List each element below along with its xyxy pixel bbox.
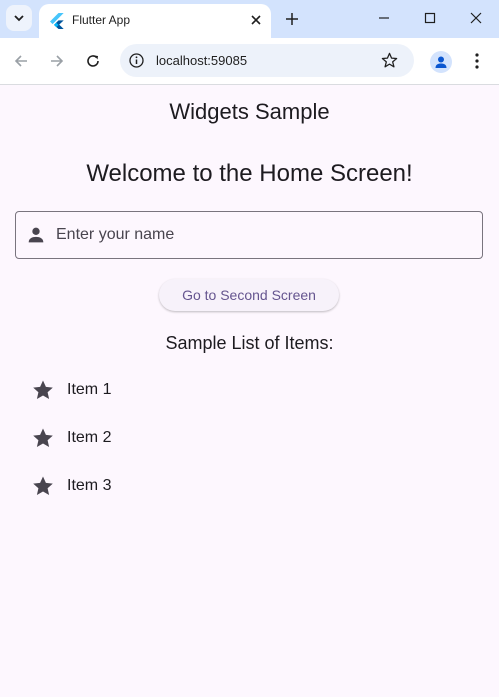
list-item-label: Item 1 bbox=[67, 381, 112, 398]
appbar-title: Widgets Sample bbox=[169, 99, 330, 124]
minimize-button[interactable] bbox=[371, 6, 397, 30]
welcome-heading: Welcome to the Home Screen! bbox=[86, 160, 413, 187]
info-icon[interactable] bbox=[128, 52, 145, 69]
browser-menu-button[interactable] bbox=[465, 49, 489, 73]
bookmark-star-icon[interactable] bbox=[380, 51, 399, 70]
tab-search-button[interactable] bbox=[6, 5, 32, 31]
back-button[interactable] bbox=[9, 49, 33, 73]
star-icon bbox=[33, 476, 53, 495]
list-item-label: Item 3 bbox=[67, 477, 112, 494]
tab-close-button[interactable] bbox=[246, 10, 266, 30]
star-icon bbox=[33, 428, 53, 447]
profile-icon bbox=[435, 56, 447, 68]
list-item[interactable]: Item 2 bbox=[0, 414, 499, 462]
chevron-down-icon bbox=[14, 15, 24, 22]
tab-title: Flutter App bbox=[72, 13, 131, 27]
forward-button[interactable] bbox=[45, 49, 69, 73]
name-input[interactable]: Enter your name bbox=[15, 211, 483, 259]
list-item-label: Item 2 bbox=[67, 429, 112, 446]
name-input-placeholder: Enter your name bbox=[56, 226, 175, 243]
list-item[interactable]: Item 3 bbox=[0, 462, 499, 510]
new-tab-button[interactable] bbox=[281, 8, 303, 30]
profile-button[interactable] bbox=[430, 51, 452, 73]
maximize-icon bbox=[424, 12, 436, 24]
person-icon bbox=[28, 227, 44, 243]
list-item[interactable]: Item 1 bbox=[0, 366, 499, 414]
plus-icon bbox=[286, 13, 298, 25]
reload-button[interactable] bbox=[81, 49, 105, 73]
arrow-right-icon bbox=[51, 55, 64, 67]
reload-icon bbox=[87, 55, 99, 67]
minimize-icon bbox=[379, 17, 389, 19]
more-vert-icon bbox=[475, 53, 479, 69]
maximize-button[interactable] bbox=[417, 6, 443, 30]
close-icon bbox=[251, 15, 261, 25]
star-icon bbox=[33, 380, 53, 399]
go-to-second-screen-button[interactable]: Go to Second Screen bbox=[159, 279, 339, 311]
address-bar[interactable]: localhost:59085 bbox=[120, 44, 414, 77]
browser-tab[interactable]: Flutter App bbox=[39, 4, 271, 38]
list-heading: Sample List of Items: bbox=[165, 333, 334, 353]
arrow-left-icon bbox=[14, 55, 27, 67]
url-text[interactable]: localhost:59085 bbox=[156, 53, 247, 68]
browser-toolbar: localhost:59085 bbox=[0, 38, 499, 85]
tab-strip: Flutter App bbox=[0, 0, 499, 38]
window-close-button[interactable] bbox=[463, 6, 489, 30]
flutter-logo-icon bbox=[50, 13, 64, 29]
close-icon bbox=[470, 12, 482, 24]
app-screen: Widgets Sample Welcome to the Home Scree… bbox=[0, 85, 499, 697]
